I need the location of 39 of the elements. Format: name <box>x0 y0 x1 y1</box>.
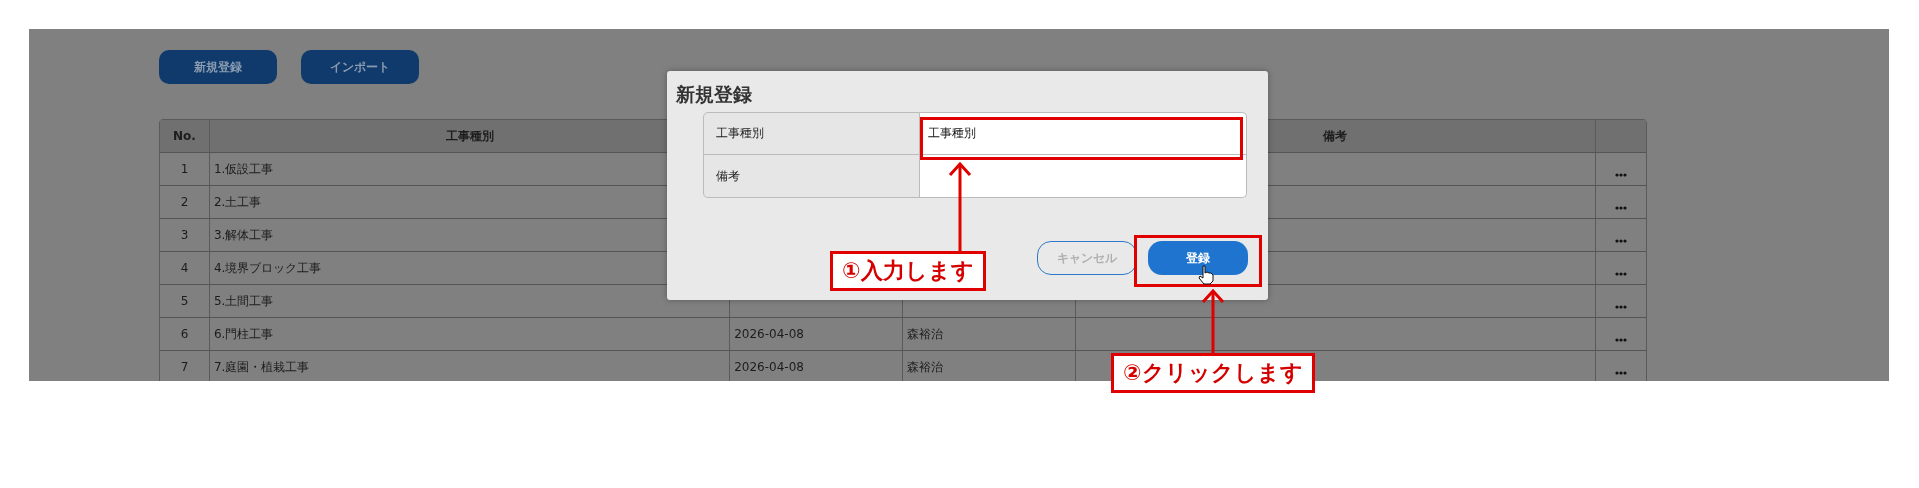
more-icon[interactable] <box>1615 206 1627 210</box>
new-entry-button[interactable]: 新規登録 <box>159 50 277 84</box>
input-field[interactable] <box>920 154 1247 198</box>
table-cell: 森裕治 <box>907 327 943 341</box>
more-icon[interactable] <box>1615 305 1627 309</box>
field-label: 備考 <box>703 154 920 198</box>
row-number: 1 <box>180 162 189 176</box>
table-cell: 2026-04-08 <box>734 327 804 341</box>
more-icon[interactable] <box>1615 239 1627 243</box>
column-header: 工事種別 <box>445 129 494 143</box>
more-icon[interactable] <box>1615 371 1627 375</box>
more-icon[interactable] <box>1615 338 1627 342</box>
row-number: 2 <box>180 195 189 209</box>
table-cell: 3.解体工事 <box>213 228 274 242</box>
table-cell: 6.門柱工事 <box>213 327 274 341</box>
more-icon[interactable] <box>1615 173 1627 177</box>
register-button[interactable]: 登録 <box>1148 240 1248 275</box>
row-number: 4 <box>180 261 189 275</box>
table-cell: 4.境界ブロック工事 <box>213 261 322 275</box>
table-cell: 5.土間工事 <box>213 294 274 308</box>
row-number: 5 <box>180 294 189 308</box>
column-header: 備考 <box>1323 129 1348 143</box>
column-header: No. <box>173 129 196 143</box>
dialog-title: 新規登録 <box>676 83 753 106</box>
field-label: 工事種別 <box>703 111 920 155</box>
row-number: 7 <box>180 360 189 374</box>
row-number: 3 <box>180 228 189 242</box>
table-cell: 2026-04-08 <box>734 360 804 374</box>
table-cell: 森裕治 <box>907 360 943 374</box>
table-cell: 1.仮設工事 <box>213 162 274 176</box>
table-cell: 2.土工事 <box>213 195 262 209</box>
callout-label: ①入力します <box>830 251 986 291</box>
callout-label: ②クリックします <box>1111 353 1315 393</box>
more-icon[interactable] <box>1615 272 1627 276</box>
row-number: 6 <box>180 327 189 341</box>
hand-cursor-icon <box>1198 265 1214 285</box>
import-button[interactable]: インポート <box>301 50 419 84</box>
arrow <box>1201 289 1225 353</box>
table-cell: 7.庭園・植栽工事 <box>213 360 310 374</box>
